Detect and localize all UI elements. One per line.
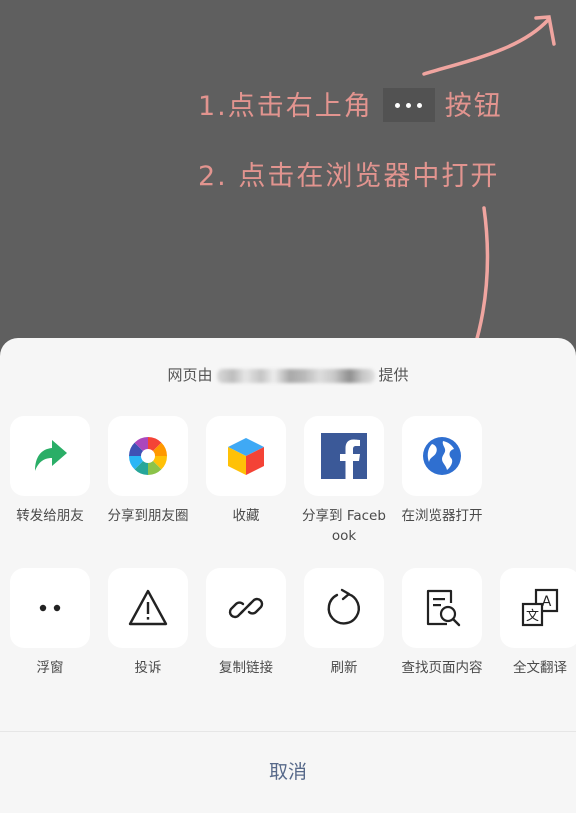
complaint-button[interactable]: 投诉 xyxy=(108,568,188,678)
cancel-button[interactable]: 取消 xyxy=(0,732,576,813)
more-dots-icon xyxy=(382,87,435,122)
share-to-facebook-button[interactable]: 分享到 Facebook xyxy=(302,416,386,546)
instruction-step-1-suffix: 按钮 xyxy=(444,91,503,122)
instruction-step-2: 2. 点击在浏览器中打开 xyxy=(198,161,500,192)
full-text-translate-button[interactable]: A 文 全文翻译 xyxy=(500,568,576,678)
share-to-moments-button[interactable]: 分享到朋友圈 xyxy=(108,416,189,526)
globe-icon xyxy=(423,437,461,475)
instruction-overlay: 1.点击右上角 按钮 2. 点击在浏览器中打开 xyxy=(0,0,576,340)
refresh-button[interactable]: 刷新 xyxy=(304,568,384,678)
item-label: 分享到朋友圈 xyxy=(107,508,189,524)
open-in-browser-button[interactable]: 在浏览器打开 xyxy=(402,416,483,526)
item-label: 刷新 xyxy=(330,660,358,676)
forward-to-friend-button[interactable]: 转发给朋友 xyxy=(10,416,90,526)
item-label: 浮窗 xyxy=(36,660,64,676)
warning-icon xyxy=(128,589,168,626)
provider-prefix: 网页由 xyxy=(167,366,213,384)
item-label: 查找页面内容 xyxy=(401,660,483,676)
item-label: 转发给朋友 xyxy=(16,508,84,524)
search-page-icon xyxy=(426,589,461,627)
moments-camera-icon xyxy=(129,437,167,475)
blurred-provider-name xyxy=(216,368,375,383)
item-label: 投诉 xyxy=(134,660,162,676)
forward-arrow-icon xyxy=(35,440,67,471)
item-label: 全文翻译 xyxy=(513,660,567,676)
svg-text:A: A xyxy=(542,594,552,610)
float-window-button[interactable]: 浮窗 xyxy=(10,568,90,678)
provider-line: 网页由 提供 xyxy=(0,364,576,385)
favorite-cube-icon xyxy=(228,438,264,475)
refresh-icon xyxy=(327,588,360,625)
item-label: 在浏览器打开 xyxy=(401,508,483,524)
translate-icon: A 文 xyxy=(521,588,559,627)
item-label: 收藏 xyxy=(232,508,260,524)
facebook-icon xyxy=(321,433,367,479)
instruction-step-1: 1.点击右上角 按钮 xyxy=(198,84,503,125)
find-in-page-button[interactable]: 查找页面内容 xyxy=(402,568,483,678)
item-label: 分享到 Facebook xyxy=(302,508,386,544)
item-label: 复制链接 xyxy=(219,660,273,676)
provider-suffix: 提供 xyxy=(378,366,409,384)
share-sheet: 网页由 提供 转发给朋友 分享到朋友圈 收藏 分享到 Facebook 在浏览器… xyxy=(0,338,576,813)
link-icon xyxy=(228,597,264,619)
instruction-step-1-text: 1.点击右上角 xyxy=(198,91,373,122)
svg-text:文: 文 xyxy=(526,609,539,624)
copy-link-button[interactable]: 复制链接 xyxy=(206,568,286,678)
float-window-icon xyxy=(39,604,61,612)
favorite-button[interactable]: 收藏 xyxy=(206,416,286,526)
